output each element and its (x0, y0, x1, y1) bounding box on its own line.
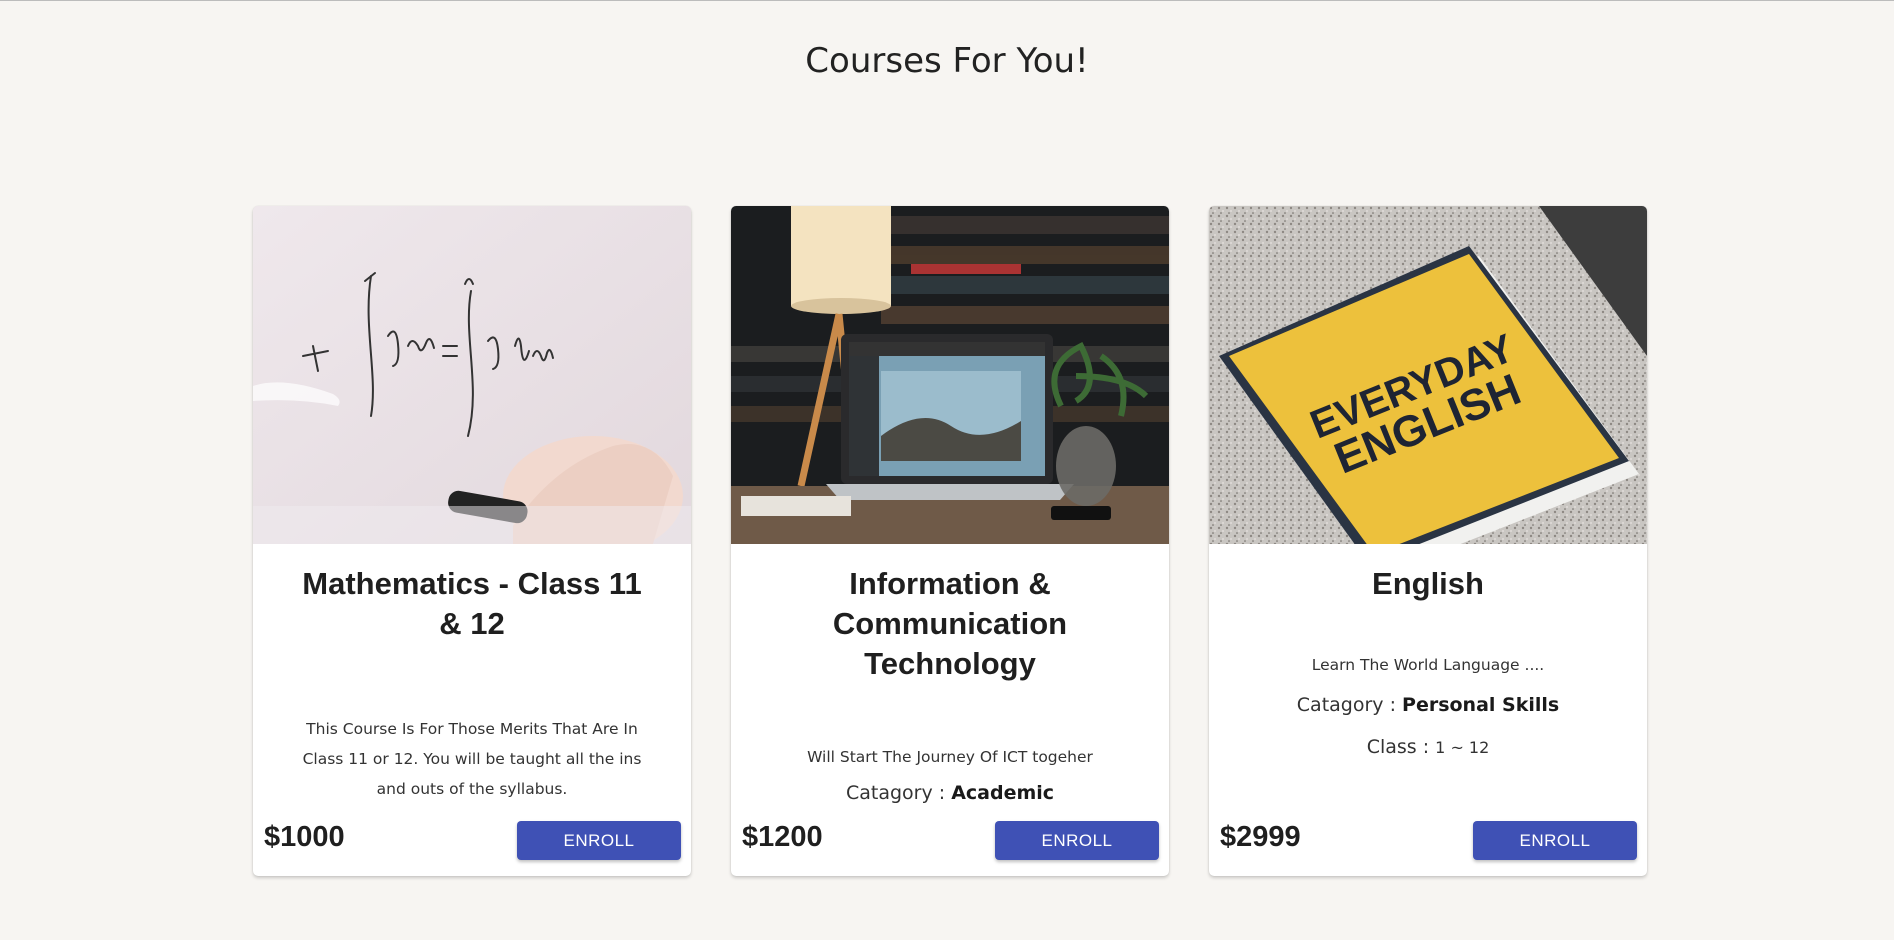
course-class: Class : 1 ~ 12 (1243, 736, 1613, 758)
enroll-button[interactable]: ENROLL (995, 821, 1159, 860)
course-title: English (1372, 566, 1484, 601)
category-value: Academic (951, 782, 1055, 804)
everyday-english-book-image: EVERYDAY ENGLISH (1209, 206, 1647, 544)
course-price: $2999 (1220, 821, 1301, 853)
course-card-mathematics: Mathematics - Class 11 & 12 This Course … (253, 206, 691, 876)
course-title: Information & Communication Technology (832, 566, 1068, 681)
page-title: Courses For You! (805, 41, 1089, 81)
whiteboard-math-image (253, 206, 691, 544)
course-list: Mathematics - Class 11 & 12 This Course … (253, 206, 1647, 876)
course-title: Mathematics - Class 11 & 12 (302, 566, 642, 641)
course-price: $1200 (742, 821, 823, 853)
course-card-english: EVERYDAY ENGLISH English Learn The World… (1209, 206, 1647, 876)
enroll-button[interactable]: ENROLL (517, 821, 681, 860)
course-description: This Course Is For Those Merits That Are… (302, 720, 642, 798)
course-description: Will Start The Journey Of ICT togeher (807, 748, 1093, 766)
category-label: Catagory : (1296, 694, 1396, 716)
course-category: Catagory : Personal Skills (1243, 694, 1613, 716)
course-category: Catagory : Academic (765, 782, 1135, 804)
enroll-button[interactable]: ENROLL (1473, 821, 1637, 860)
category-value: Personal Skills (1402, 694, 1560, 716)
class-label: Class : (1366, 736, 1430, 758)
course-card-ict: Information & Communication Technology W… (731, 206, 1169, 876)
course-price: $1000 (264, 821, 345, 853)
laptop-desk-image (731, 206, 1169, 544)
course-description: Learn The World Language .... (1311, 656, 1545, 674)
class-value: 1 ~ 12 (1435, 738, 1490, 757)
category-label: Catagory : (845, 782, 946, 804)
